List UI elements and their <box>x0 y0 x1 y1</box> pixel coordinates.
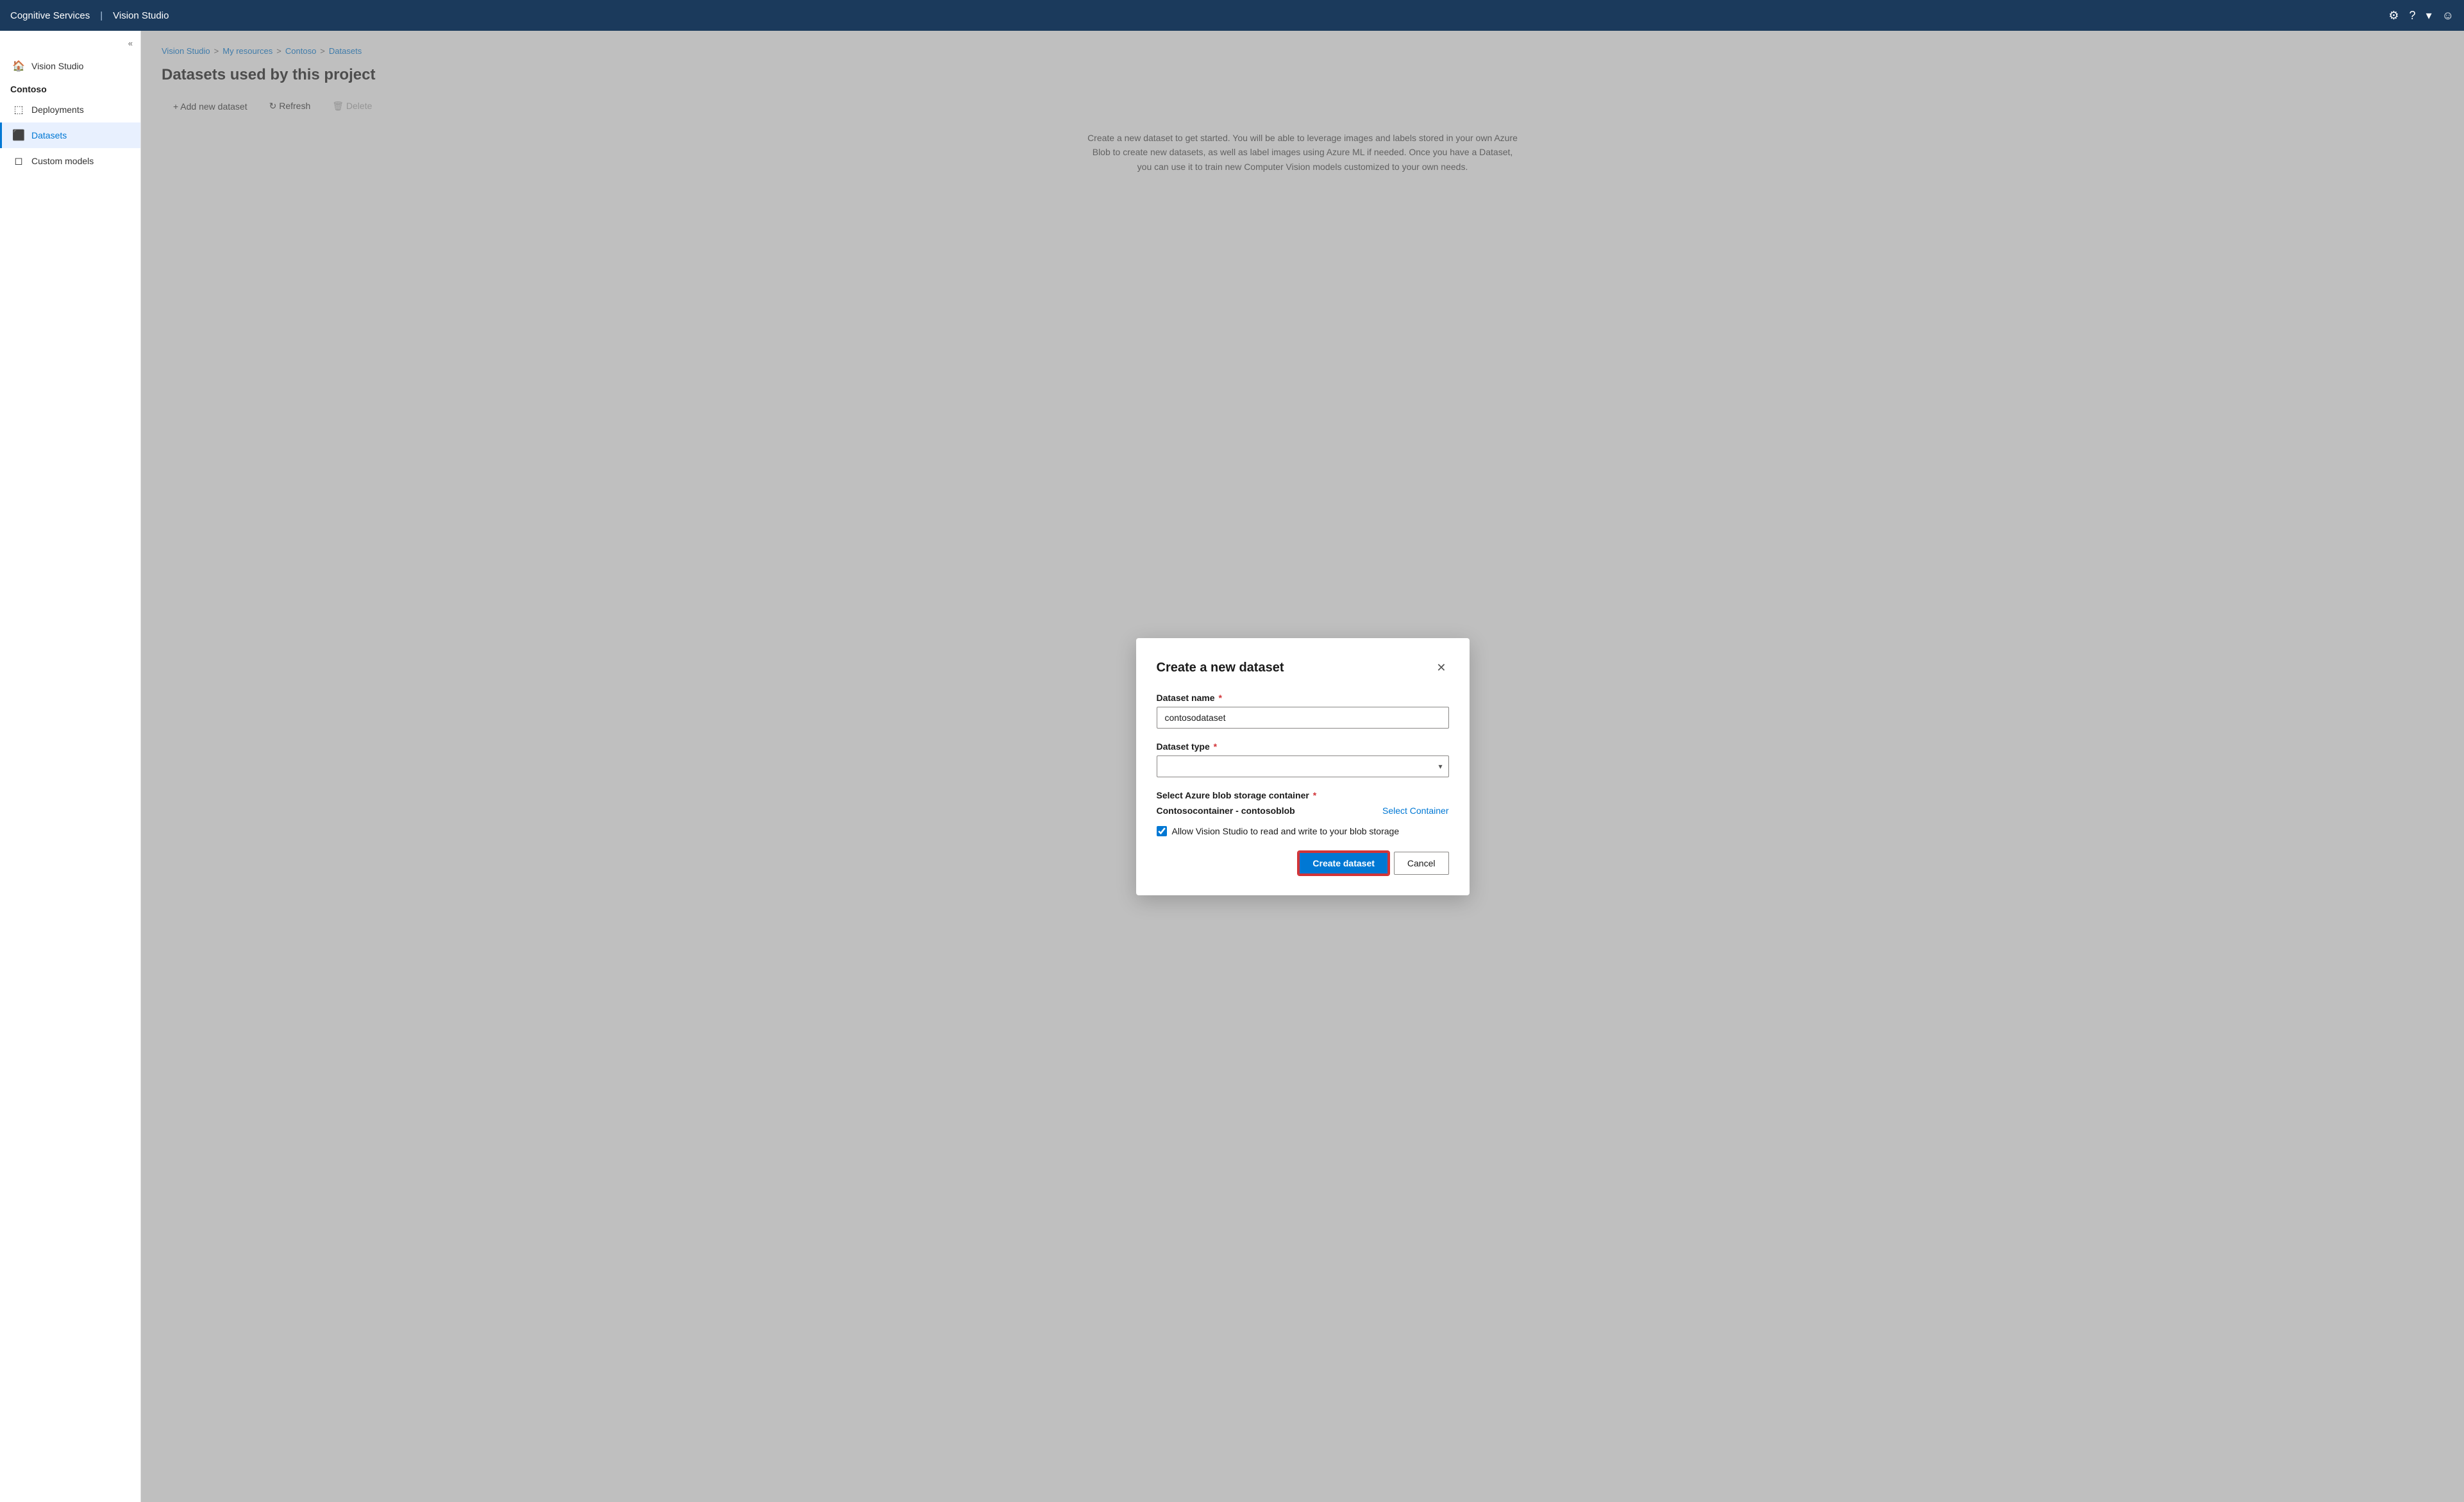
topbar-actions: ⚙ ? ▾ ☺ <box>2388 9 2454 22</box>
studio-name: Vision Studio <box>113 10 169 21</box>
dataset-type-group: Dataset type * ▾ <box>1157 741 1449 777</box>
sidebar-item-vision-studio[interactable]: 🏠 Vision Studio <box>0 53 140 79</box>
dataset-type-label: Dataset type * <box>1157 741 1449 752</box>
dataset-name-group: Dataset name * <box>1157 693 1449 729</box>
allow-read-write-checkbox[interactable] <box>1157 826 1167 836</box>
sidebar-item-deployments[interactable]: ⬚ Deployments <box>0 97 140 122</box>
layout: « 🏠 Vision Studio Contoso ⬚ Deployments … <box>0 31 2464 1502</box>
blob-section-label: Select Azure blob storage container * <box>1157 790 1449 800</box>
modal-header: Create a new dataset ✕ <box>1157 659 1449 677</box>
blob-container-row: Contosocontainer - contosoblob Select Co… <box>1157 806 1449 816</box>
dataset-name-required: * <box>1218 693 1221 703</box>
main-content: Vision Studio > My resources > Contoso >… <box>141 31 2464 1502</box>
settings-icon[interactable]: ⚙ <box>2388 9 2399 22</box>
sidebar-collapse-button[interactable]: « <box>0 36 140 53</box>
create-dataset-modal: Create a new dataset ✕ Dataset name * <box>1136 638 1470 895</box>
modal-overlay: Create a new dataset ✕ Dataset name * <box>141 31 2464 1502</box>
cancel-button[interactable]: Cancel <box>1394 852 1449 875</box>
modal-footer: Create dataset Cancel <box>1157 852 1449 875</box>
sidebar-item-label-datasets: Datasets <box>31 130 67 140</box>
sidebar-project-label: Contoso <box>0 79 140 97</box>
sidebar-item-label-deployments: Deployments <box>31 105 84 115</box>
main-inner: Vision Studio > My resources > Contoso >… <box>141 31 2464 1502</box>
user-icon[interactable]: ☺ <box>2442 9 2454 22</box>
checkbox-label: Allow Vision Studio to read and write to… <box>1172 826 1400 836</box>
topbar-divider: | <box>100 10 103 21</box>
sidebar-item-datasets[interactable]: ⬛ Datasets <box>0 122 140 148</box>
modal-close-button[interactable]: ✕ <box>1434 659 1448 677</box>
dataset-type-required: * <box>1214 741 1217 752</box>
home-icon: 🏠 <box>12 60 25 72</box>
blob-required: * <box>1313 790 1316 800</box>
chevron-down-icon[interactable]: ▾ <box>2426 9 2432 22</box>
checkbox-row: Allow Vision Studio to read and write to… <box>1157 826 1449 836</box>
dataset-name-input[interactable] <box>1157 707 1449 729</box>
sidebar-item-label-custom-models: Custom models <box>31 156 94 166</box>
select-container-button[interactable]: Select Container <box>1382 806 1449 816</box>
deployments-icon: ⬚ <box>12 103 25 116</box>
sidebar: « 🏠 Vision Studio Contoso ⬚ Deployments … <box>0 31 141 1502</box>
topbar-brand: Cognitive Services | Vision Studio <box>10 10 169 21</box>
custom-models-icon: ◻ <box>12 155 25 167</box>
app-name: Cognitive Services <box>10 10 90 21</box>
sidebar-item-custom-models[interactable]: ◻ Custom models <box>0 148 140 174</box>
dataset-type-select-wrapper: ▾ <box>1157 755 1449 777</box>
help-icon[interactable]: ? <box>2410 9 2416 22</box>
sidebar-item-label-vision-studio: Vision Studio <box>31 61 83 71</box>
dataset-type-select[interactable] <box>1157 755 1449 777</box>
modal-title: Create a new dataset <box>1157 661 1284 675</box>
blob-container-section: Select Azure blob storage container * Co… <box>1157 790 1449 816</box>
create-dataset-button[interactable]: Create dataset <box>1298 852 1389 875</box>
datasets-icon: ⬛ <box>12 129 25 142</box>
blob-container-name: Contosocontainer - contosoblob <box>1157 806 1295 816</box>
dataset-name-label: Dataset name * <box>1157 693 1449 703</box>
topbar: Cognitive Services | Vision Studio ⚙ ? ▾… <box>0 0 2464 31</box>
